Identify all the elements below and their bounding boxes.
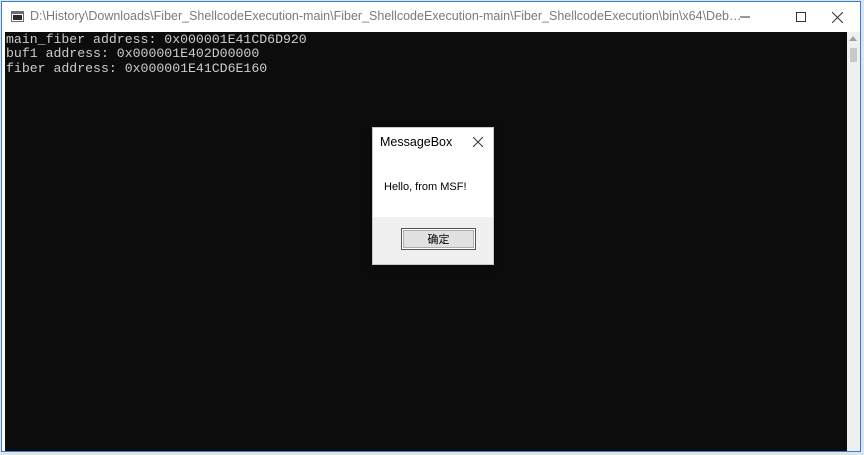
scroll-up-arrow-icon[interactable] — [849, 36, 857, 41]
vertical-scrollbar[interactable] — [847, 32, 860, 451]
minimize-icon — [740, 16, 750, 18]
message-box-dialog: MessageBox Hello, from MSF! 确定 — [372, 127, 494, 265]
console-line: main_fiber address: 0x000001E41CD6D920 — [6, 32, 307, 47]
dialog-footer: 确定 — [373, 217, 493, 264]
close-button[interactable] — [814, 2, 860, 32]
minimize-button[interactable] — [722, 2, 768, 32]
dialog-title: MessageBox — [380, 135, 453, 149]
close-icon — [473, 137, 483, 147]
title-bar[interactable]: D:\History\Downloads\Fiber_ShellcodeExec… — [2, 2, 860, 32]
scrollbar-thumb[interactable] — [850, 48, 857, 62]
dialog-close-button[interactable] — [470, 134, 486, 150]
ok-button[interactable]: 确定 — [401, 228, 476, 250]
console-line: fiber address: 0x000001E41CD6E160 — [6, 60, 268, 76]
window-title: D:\History\Downloads\Fiber_ShellcodeExec… — [30, 9, 744, 23]
maximize-icon — [796, 12, 806, 22]
dialog-message: Hello, from MSF! — [384, 181, 467, 193]
close-icon — [831, 11, 843, 23]
console-app-icon — [11, 11, 24, 22]
console-line: buf1 address: 0x000001E402D00000 — [6, 46, 260, 62]
